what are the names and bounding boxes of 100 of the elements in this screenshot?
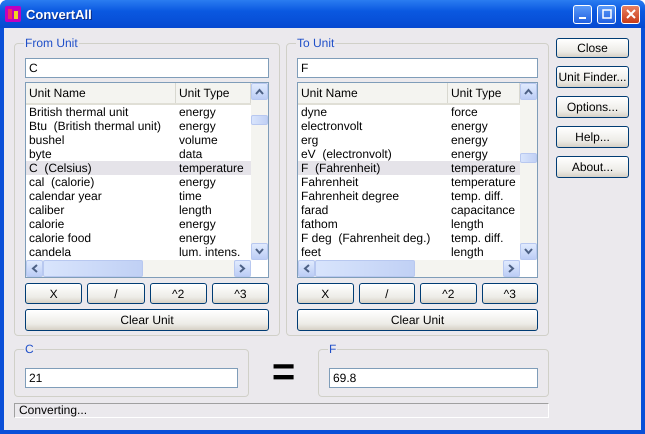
dialog-button[interactable]: Options... — [556, 96, 629, 118]
unit-name: electronvolt — [300, 119, 364, 133]
unit-row[interactable]: Fahrenheit temperature — [298, 175, 520, 189]
unit-row[interactable]: British thermal unit energy — [26, 105, 251, 119]
unit-type: energy — [178, 119, 217, 133]
operator-button[interactable]: ^2 — [420, 283, 476, 304]
unit-name: Btu (British thermal unit) — [28, 119, 162, 133]
operator-button[interactable]: X — [297, 283, 354, 304]
scroll-thumb[interactable] — [251, 115, 268, 125]
unit-name: F deg (Fahrenheit deg.) — [300, 231, 432, 245]
unit-row[interactable]: feet length — [298, 245, 520, 259]
unit-row[interactable]: calendar year time — [26, 189, 251, 203]
value-field[interactable]: 21 — [25, 368, 238, 388]
unit-type: temperature — [450, 175, 517, 189]
dialog-button[interactable]: About... — [556, 156, 629, 178]
operator-button[interactable]: X — [25, 283, 82, 304]
minimize-icon — [579, 16, 586, 18]
unit-type: temperature — [450, 161, 517, 175]
scroll-thumb[interactable] — [315, 260, 415, 277]
close-button[interactable] — [621, 4, 640, 24]
unit-name: F (Fahrenheit) — [300, 161, 382, 175]
unit-name: calorie — [28, 217, 66, 231]
unit-row[interactable]: Fahrenheit degree temp. diff. — [298, 189, 520, 203]
unit-type: energy — [178, 175, 217, 189]
group-title: To Unit — [296, 36, 336, 50]
clear-unit-button[interactable]: Clear Unit — [25, 309, 269, 331]
unit-name: calorie food — [28, 231, 92, 245]
unit-row[interactable]: bushel volume — [26, 133, 251, 147]
unit-name: Fahrenheit — [300, 175, 360, 189]
unit-type: energy — [178, 217, 217, 231]
unit-search-field[interactable]: F — [297, 58, 538, 78]
unit-type: length — [450, 217, 485, 231]
unit-type: volume — [178, 133, 219, 147]
unit-name: C (Celsius) — [28, 161, 93, 175]
unit-name: Fahrenheit degree — [300, 189, 400, 203]
unit-name: calendar year — [28, 189, 103, 203]
unit-row[interactable]: farad capacitance — [298, 203, 520, 217]
horizontal-scrollbar[interactable] — [298, 260, 520, 277]
unit-name: candela — [28, 245, 72, 259]
horizontal-scrollbar[interactable] — [26, 260, 251, 277]
unit-row[interactable]: F (Fahrenheit) temperature — [298, 161, 520, 175]
unit-row[interactable]: Btu (British thermal unit) energy — [26, 119, 251, 133]
clear-unit-button[interactable]: Clear Unit — [297, 309, 538, 331]
unit-row[interactable]: electronvolt energy — [298, 119, 520, 133]
scroll-thumb[interactable] — [520, 153, 537, 163]
operator-button[interactable]: ^2 — [150, 283, 207, 304]
maximize-button[interactable] — [597, 4, 616, 24]
unit-row[interactable]: cal (calorie) energy — [26, 175, 251, 189]
dialog-button[interactable]: Close — [556, 38, 629, 58]
column-header[interactable]: Unit Name — [298, 83, 448, 103]
unit-type: length — [450, 245, 485, 259]
unit-row[interactable]: caliber length — [26, 203, 251, 217]
minimize-button[interactable] — [573, 4, 592, 24]
unit-row[interactable]: F deg (Fahrenheit deg.) temp. diff. — [298, 231, 520, 245]
operator-button[interactable]: / — [87, 283, 144, 304]
unit-row[interactable]: C (Celsius) temperature — [26, 161, 251, 175]
close-icon — [626, 9, 636, 19]
unit-row[interactable]: byte data — [26, 147, 251, 161]
operator-button[interactable]: ^3 — [482, 283, 538, 304]
dialog-button[interactable]: Help... — [556, 126, 629, 148]
app-icon — [5, 6, 21, 22]
unit-row[interactable]: fathom length — [298, 217, 520, 231]
unit-type: time — [178, 189, 203, 203]
unit-type: lum. intens. — [178, 245, 242, 259]
unit-name: farad — [300, 203, 330, 217]
operator-button[interactable]: / — [358, 283, 415, 304]
unit-type: energy — [178, 231, 217, 245]
unit-type: temp. diff. — [450, 189, 504, 203]
unit-row[interactable]: erg energy — [298, 133, 520, 147]
unit-row[interactable]: dyne force — [298, 105, 520, 119]
unit-name: British thermal unit — [28, 105, 130, 119]
unit-type: capacitance — [450, 203, 516, 217]
unit-row[interactable]: calorie food energy — [26, 231, 251, 245]
unit-type: energy — [450, 119, 489, 133]
scroll-thumb[interactable] — [43, 260, 143, 277]
unit-name: dyne — [300, 105, 328, 119]
unit-type: length — [178, 203, 213, 217]
unit-type: energy — [178, 105, 217, 119]
window-title: ConvertAll — [26, 6, 93, 22]
unit-row[interactable]: candela lum. intens. — [26, 245, 251, 259]
group-title: From Unit — [24, 36, 79, 50]
value-field[interactable]: 69.8 — [329, 368, 538, 388]
operator-button[interactable]: ^3 — [212, 283, 269, 304]
unit-search-field[interactable]: C — [25, 58, 269, 78]
dialog-button[interactable]: Unit Finder... — [556, 66, 629, 88]
group-title: C — [24, 342, 35, 356]
unit-row[interactable]: eV (electronvolt) energy — [298, 147, 520, 161]
unit-row[interactable]: calorie energy — [26, 217, 251, 231]
unit-name: eV (electronvolt) — [300, 147, 393, 161]
column-header[interactable]: Unit Name — [26, 83, 176, 103]
vertical-scrollbar[interactable] — [520, 83, 537, 260]
vertical-scrollbar[interactable] — [251, 83, 268, 260]
unit-name: cal (calorie) — [28, 175, 96, 189]
unit-name: caliber — [28, 203, 66, 217]
equals-sign: = — [270, 352, 296, 392]
unit-type: energy — [450, 147, 489, 161]
unit-type: temp. diff. — [450, 231, 504, 245]
unit-name: byte — [28, 147, 53, 161]
unit-name: feet — [300, 245, 322, 259]
unit-type: temperature — [178, 161, 245, 175]
